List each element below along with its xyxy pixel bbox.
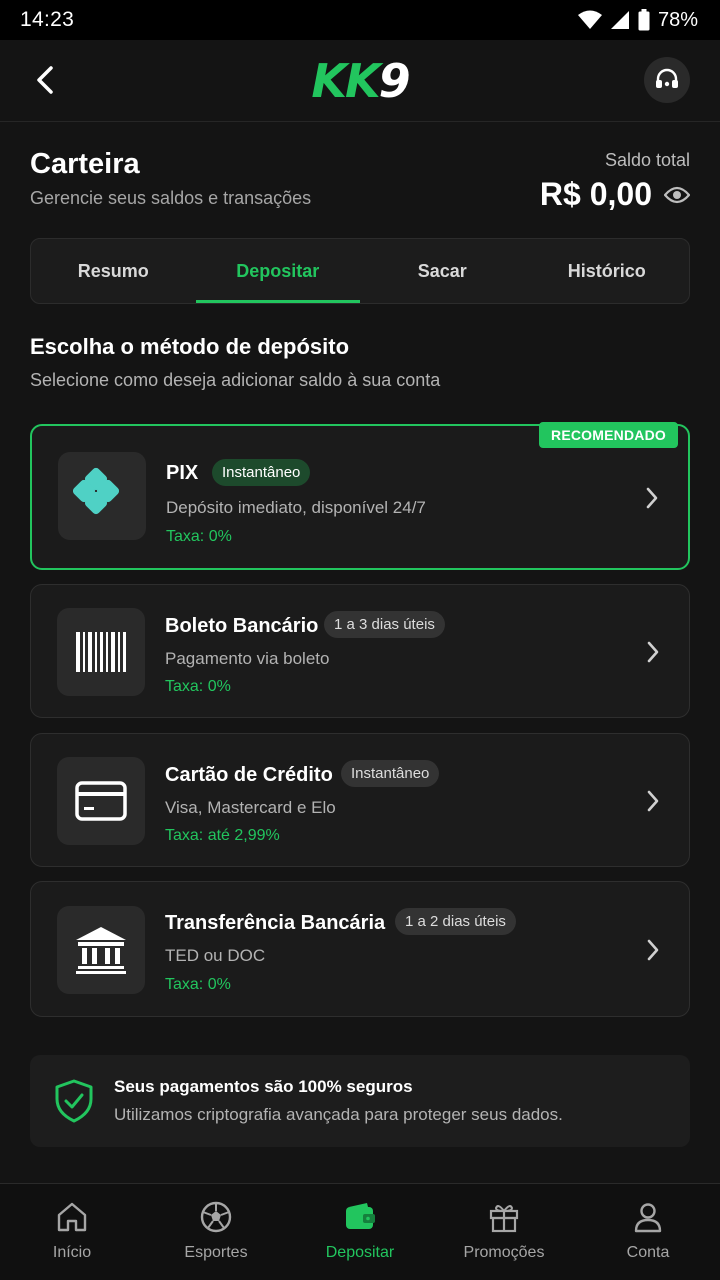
bottom-nav: Início Esportes Depositar Promoções Cont… — [0, 1183, 720, 1280]
nav-label: Início — [52, 1244, 92, 1261]
method-bank-transfer[interactable]: Transferência Bancária 1 a 2 dias úteis … — [30, 881, 690, 1017]
method-fee: Taxa: 0% — [166, 528, 232, 545]
wifi-icon — [577, 10, 602, 29]
method-badge: Instantâneo — [212, 459, 311, 486]
section-subtitle: Selecione como deseja adicionar saldo à … — [30, 370, 441, 390]
method-desc: Depósito imediato, disponível 24/7 — [166, 498, 426, 517]
nav-depositar[interactable]: Depositar — [288, 1184, 432, 1280]
credit-card-icon-box — [57, 757, 145, 845]
method-badge: Instantâneo — [341, 760, 440, 787]
balance-row: R$ 0,00 — [540, 176, 690, 213]
tab-historico[interactable]: Histórico — [525, 239, 690, 303]
chevron-right-icon — [640, 486, 664, 510]
wallet-tabs: Resumo Depositar Sacar Histórico — [30, 238, 690, 304]
bank-icon-box — [57, 906, 145, 994]
battery-percent: 78% — [657, 8, 698, 31]
back-button[interactable] — [28, 62, 64, 98]
method-desc: TED ou DOC — [165, 946, 266, 965]
wallet-icon — [346, 1203, 375, 1229]
pix-icon-box — [58, 452, 146, 540]
page-title: Carteira — [30, 148, 140, 180]
logo-nine: 9 — [378, 53, 411, 108]
method-name: Cartão de Crédito — [165, 764, 333, 786]
wallet-header: Carteira Gerencie seus saldos e transaçõ… — [30, 148, 690, 218]
nav-esportes[interactable]: Esportes — [144, 1184, 288, 1280]
balance-label: Saldo total — [604, 150, 690, 170]
method-desc: Visa, Mastercard e Elo — [165, 798, 336, 817]
chevron-right-icon — [641, 789, 665, 813]
security-notice: Seus pagamentos são 100% seguros Utiliza… — [30, 1055, 690, 1147]
barcode-icon-box — [57, 608, 145, 696]
method-credit-card[interactable]: Cartão de Crédito Instantâneo Visa, Mast… — [30, 733, 690, 867]
barcode-icon — [76, 632, 126, 672]
recommended-tag: RECOMENDADO — [539, 422, 678, 448]
credit-card-icon — [75, 781, 127, 821]
method-fee: Taxa: 0% — [165, 976, 231, 993]
tab-sacar[interactable]: Sacar — [360, 239, 525, 303]
method-name: Transferência Bancária — [165, 912, 386, 934]
nav-label: Esportes — [184, 1244, 248, 1261]
nav-conta[interactable]: Conta — [576, 1184, 720, 1280]
method-fee: Taxa: até 2,99% — [165, 827, 280, 844]
method-pix[interactable]: RECOMENDADO PIX Instantâneo Depósito ime… — [30, 422, 690, 570]
method-desc: Pagamento via boleto — [165, 649, 330, 668]
chevron-left-icon — [37, 66, 53, 94]
app-bar: KK9 — [0, 40, 720, 122]
battery-icon — [638, 9, 650, 31]
nav-inicio[interactable]: Início — [0, 1184, 144, 1280]
user-icon — [634, 1203, 662, 1233]
nav-label: Depositar — [325, 1244, 395, 1261]
brand-logo: KK9 — [311, 53, 411, 108]
gift-icon — [489, 1205, 519, 1233]
status-time: 14:23 — [20, 8, 75, 31]
support-button[interactable] — [644, 57, 690, 103]
tab-depositar[interactable]: Depositar — [195, 239, 361, 303]
balance-value: R$ 0,00 — [539, 176, 652, 212]
method-badge: 1 a 2 dias úteis — [395, 908, 516, 935]
logo-kk: KK — [311, 53, 380, 108]
method-badge: 1 a 3 dias úteis — [324, 611, 445, 638]
chevron-right-icon — [641, 938, 665, 962]
pix-icon — [73, 467, 120, 515]
tab-resumo[interactable]: Resumo — [31, 239, 196, 303]
method-fee: Taxa: 0% — [165, 678, 231, 695]
method-name: Boleto Bancário — [165, 615, 319, 637]
headset-icon — [656, 68, 678, 88]
signal-icon — [610, 11, 629, 29]
method-name: PIX — [166, 462, 199, 484]
security-text: Utilizamos criptografia avançada para pr… — [114, 1105, 563, 1124]
eye-icon[interactable] — [664, 185, 690, 205]
section-title: Escolha o método de depósito — [30, 334, 350, 359]
soccer-ball-icon — [200, 1201, 232, 1233]
bank-icon — [76, 927, 126, 974]
home-icon — [57, 1202, 87, 1232]
status-icons: 78% — [577, 8, 698, 32]
status-bar: 14:23 78% — [0, 0, 720, 40]
nav-promocoes[interactable]: Promoções — [432, 1184, 576, 1280]
method-boleto[interactable]: Boleto Bancário 1 a 3 dias úteis Pagamen… — [30, 584, 690, 718]
nav-label: Promoções — [463, 1244, 545, 1261]
security-title: Seus pagamentos são 100% seguros — [114, 1077, 413, 1096]
nav-label: Conta — [626, 1244, 670, 1261]
shield-check-icon — [55, 1079, 93, 1123]
chevron-right-icon — [641, 640, 665, 664]
page-subtitle: Gerencie seus saldos e transações — [30, 188, 312, 208]
